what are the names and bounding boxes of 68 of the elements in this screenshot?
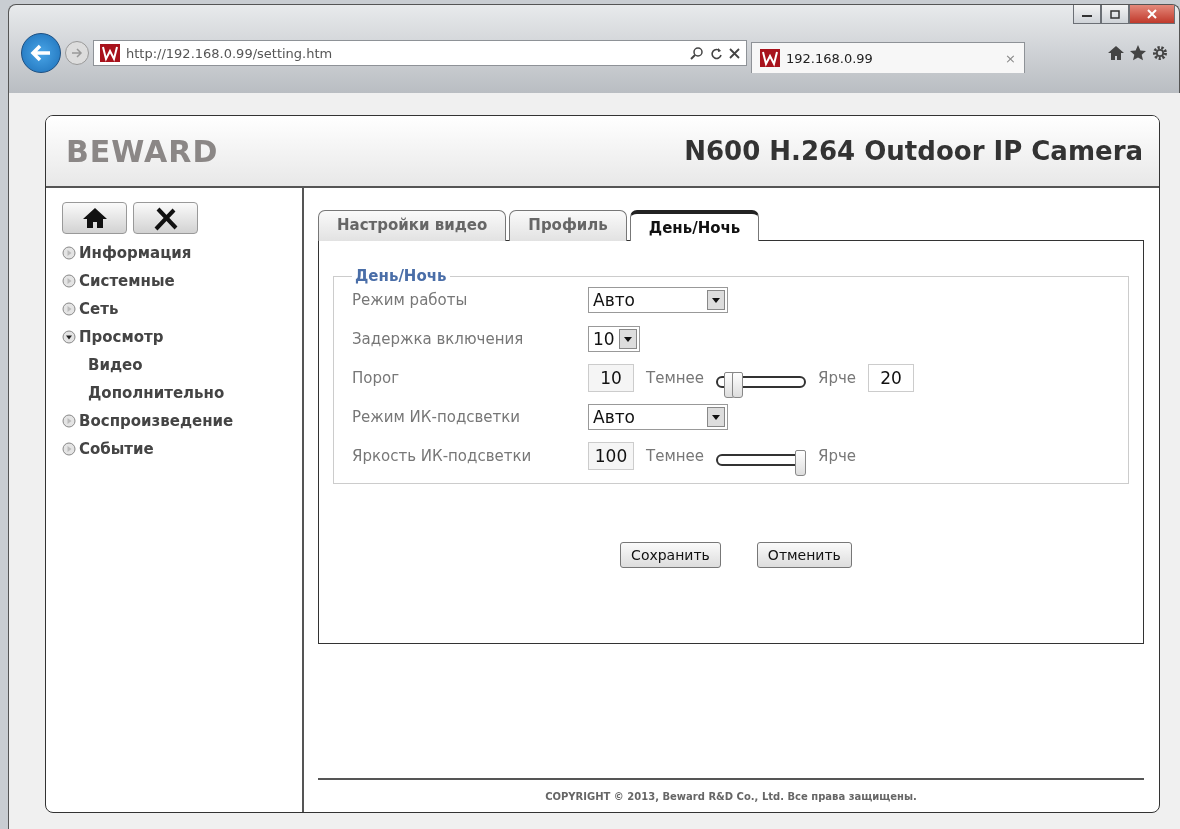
action-button[interactable]: Отменить <box>756 542 852 568</box>
field-label: Режим ИК-подсветки <box>352 408 522 426</box>
field-label: Порог <box>352 369 401 387</box>
slider-label: Ярче <box>818 369 857 387</box>
tab[interactable]: День/Ночь <box>629 210 760 241</box>
bullet-icon <box>62 274 76 288</box>
logo: BEWARD <box>66 133 219 169</box>
value-field: 100 <box>588 442 634 470</box>
group-title: День/Ночь <box>354 267 448 285</box>
nav-item[interactable]: Воспроизведение <box>62 412 302 430</box>
refresh-icon <box>710 46 723 60</box>
favicon-icon <box>760 49 780 67</box>
home-icon[interactable] <box>1107 44 1125 62</box>
slider-thumb[interactable] <box>731 372 743 398</box>
copyright-text: COPYRIGHT © 2013, Beward R&D Co., Ltd. Все права защищены. <box>318 778 1144 812</box>
nav-item[interactable]: Системные <box>62 272 302 290</box>
field-label: Задержка включения <box>352 330 525 348</box>
star-icon[interactable] <box>1129 44 1147 62</box>
caret-icon <box>707 290 725 310</box>
nav-item[interactable]: Просмотр <box>62 328 302 346</box>
slider-label: Темнее <box>646 447 704 465</box>
slider[interactable] <box>716 372 806 398</box>
nav-item[interactable]: Сеть <box>62 300 302 318</box>
settings-icon[interactable] <box>1151 44 1169 62</box>
search-icon <box>690 46 704 60</box>
close-button[interactable] <box>1129 5 1175 24</box>
expanded-bullet-icon <box>62 330 76 344</box>
slider-label: Ярче <box>818 447 857 465</box>
maximize-icon <box>1110 9 1120 19</box>
address-bar[interactable]: http://192.168.0.99/setting.htm <box>93 40 747 66</box>
bullet-icon <box>62 246 76 260</box>
action-button[interactable]: Сохранить <box>620 542 721 568</box>
home-button[interactable] <box>62 202 127 234</box>
tab-title: 192.168.0.99 <box>786 50 874 66</box>
bullet-icon <box>62 442 76 456</box>
favicon-icon <box>100 44 120 62</box>
settings-button[interactable] <box>133 202 198 234</box>
stop-icon <box>729 47 740 59</box>
nav-subitem[interactable]: Дополнительно <box>62 384 302 402</box>
arrow-right-icon <box>71 48 83 58</box>
tab-close[interactable]: × <box>1005 50 1016 66</box>
caret-icon <box>619 329 637 349</box>
dropdown[interactable]: Авто <box>588 404 728 430</box>
tab[interactable]: Профиль <box>509 210 627 241</box>
dropdown[interactable]: 10 <box>588 326 640 352</box>
arrow-left-icon <box>30 44 52 62</box>
browser-tab[interactable]: 192.168.0.99 × <box>751 42 1025 73</box>
home-icon <box>81 207 108 229</box>
slider-label: Темнее <box>646 369 704 387</box>
field-label: Яркость ИК-подсветки <box>352 447 533 465</box>
nav-subitem[interactable]: Видео <box>62 356 302 374</box>
caret-icon <box>707 407 725 427</box>
value-field: 10 <box>588 364 634 392</box>
bullet-icon <box>62 302 76 316</box>
input-field[interactable]: 20 <box>868 364 915 392</box>
minimize-button[interactable] <box>1073 5 1101 24</box>
page-title: N600 H.264 Outdoor IP Camera <box>684 136 1143 166</box>
maximize-button[interactable] <box>1101 5 1129 24</box>
back-button[interactable] <box>21 33 61 73</box>
nav-item[interactable]: Событие <box>62 440 302 458</box>
slider[interactable] <box>716 450 806 476</box>
field-label: Режим работы <box>352 291 469 309</box>
close-icon <box>1147 9 1157 19</box>
bullet-icon <box>62 414 76 428</box>
nav-item[interactable]: Информация <box>62 244 302 262</box>
slider-thumb[interactable] <box>795 450 806 476</box>
dropdown[interactable]: Авто <box>588 287 728 313</box>
tab[interactable]: Настройки видео <box>318 210 507 241</box>
